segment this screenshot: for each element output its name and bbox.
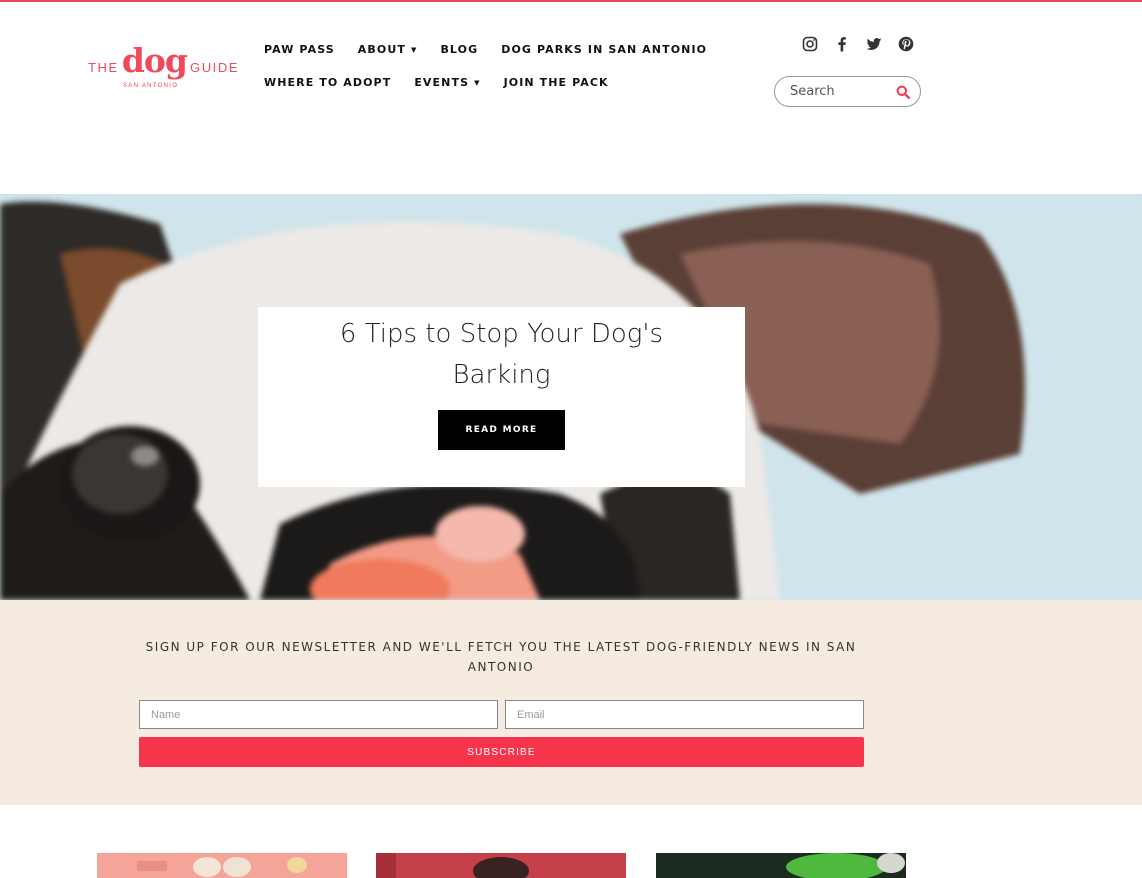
dropdown-caret-icon: ▼ (410, 45, 418, 54)
newsletter-heading: SIGN UP FOR OUR NEWSLETTER AND WE'LL FET… (145, 640, 857, 674)
read-more-button[interactable]: READ MORE (438, 410, 565, 450)
name-field[interactable] (139, 700, 498, 729)
post-thumbnails (0, 805, 1142, 878)
facebook-icon[interactable] (834, 36, 850, 52)
nav-label: ABOUT (357, 43, 406, 56)
social-links (802, 36, 930, 52)
nav-about[interactable]: ABOUT ▼ (358, 43, 418, 56)
nav-label: JOIN THE PACK (503, 76, 609, 89)
nav-where-to-adopt[interactable]: WHERE TO ADOPT (264, 76, 391, 89)
twitter-icon[interactable] (866, 36, 882, 52)
nav-paw-pass[interactable]: PAW PASS (264, 43, 335, 56)
logo-subtitle: SAN ANTONIO (123, 83, 179, 89)
nav-label: BLOG (440, 43, 479, 56)
hero-title[interactable]: 6 Tips to Stop Your Dog's Barking (308, 314, 695, 396)
main-nav-row-1: PAW PASS ABOUT ▼ BLOG DOG PARKS IN SAN AN… (264, 43, 730, 56)
search-input[interactable] (790, 84, 890, 99)
dropdown-caret-icon: ▼ (474, 78, 481, 87)
nav-label: WHERE TO ADOPT (264, 76, 392, 89)
site-header: THE dog GUIDE SAN ANTONIO PAW PASS ABOUT… (0, 2, 1142, 194)
main-nav-row-2: WHERE TO ADOPT EVENTS ▼ JOIN THE PACK (264, 76, 632, 89)
post-thumbnail-1[interactable] (97, 853, 347, 878)
subscribe-button[interactable]: SUBSCRIBE (139, 737, 864, 767)
post-thumbnail-2[interactable] (376, 853, 626, 878)
email-field[interactable] (505, 700, 864, 729)
nav-join-the-pack[interactable]: JOIN THE PACK (504, 76, 609, 89)
search-icon[interactable] (896, 85, 910, 99)
logo-guide: GUIDE (189, 60, 240, 75)
nav-events[interactable]: EVENTS ▼ (414, 76, 480, 89)
pinterest-icon[interactable] (898, 36, 914, 52)
search-box[interactable] (774, 76, 921, 107)
post-thumbnail-3[interactable] (656, 853, 906, 878)
instagram-icon[interactable] (802, 36, 818, 52)
logo-wordmark: THE dog GUIDE (88, 41, 240, 80)
hero-card: 6 Tips to Stop Your Dog's Barking READ M… (258, 307, 745, 487)
nav-dog-parks[interactable]: DOG PARKS IN SAN ANTONIO (501, 43, 707, 56)
hero-banner: 6 Tips to Stop Your Dog's Barking READ M… (0, 194, 1142, 600)
logo-the: THE (88, 60, 119, 75)
logo-dog: dog (121, 41, 188, 80)
nav-label: DOG PARKS IN SAN ANTONIO (501, 43, 708, 56)
newsletter-section: SIGN UP FOR OUR NEWSLETTER AND WE'LL FET… (0, 600, 1142, 805)
nav-label: EVENTS (414, 76, 470, 89)
nav-label: PAW PASS (264, 43, 335, 56)
site-logo[interactable]: THE dog GUIDE SAN ANTONIO (88, 41, 240, 96)
nav-blog[interactable]: BLOG (440, 43, 478, 56)
